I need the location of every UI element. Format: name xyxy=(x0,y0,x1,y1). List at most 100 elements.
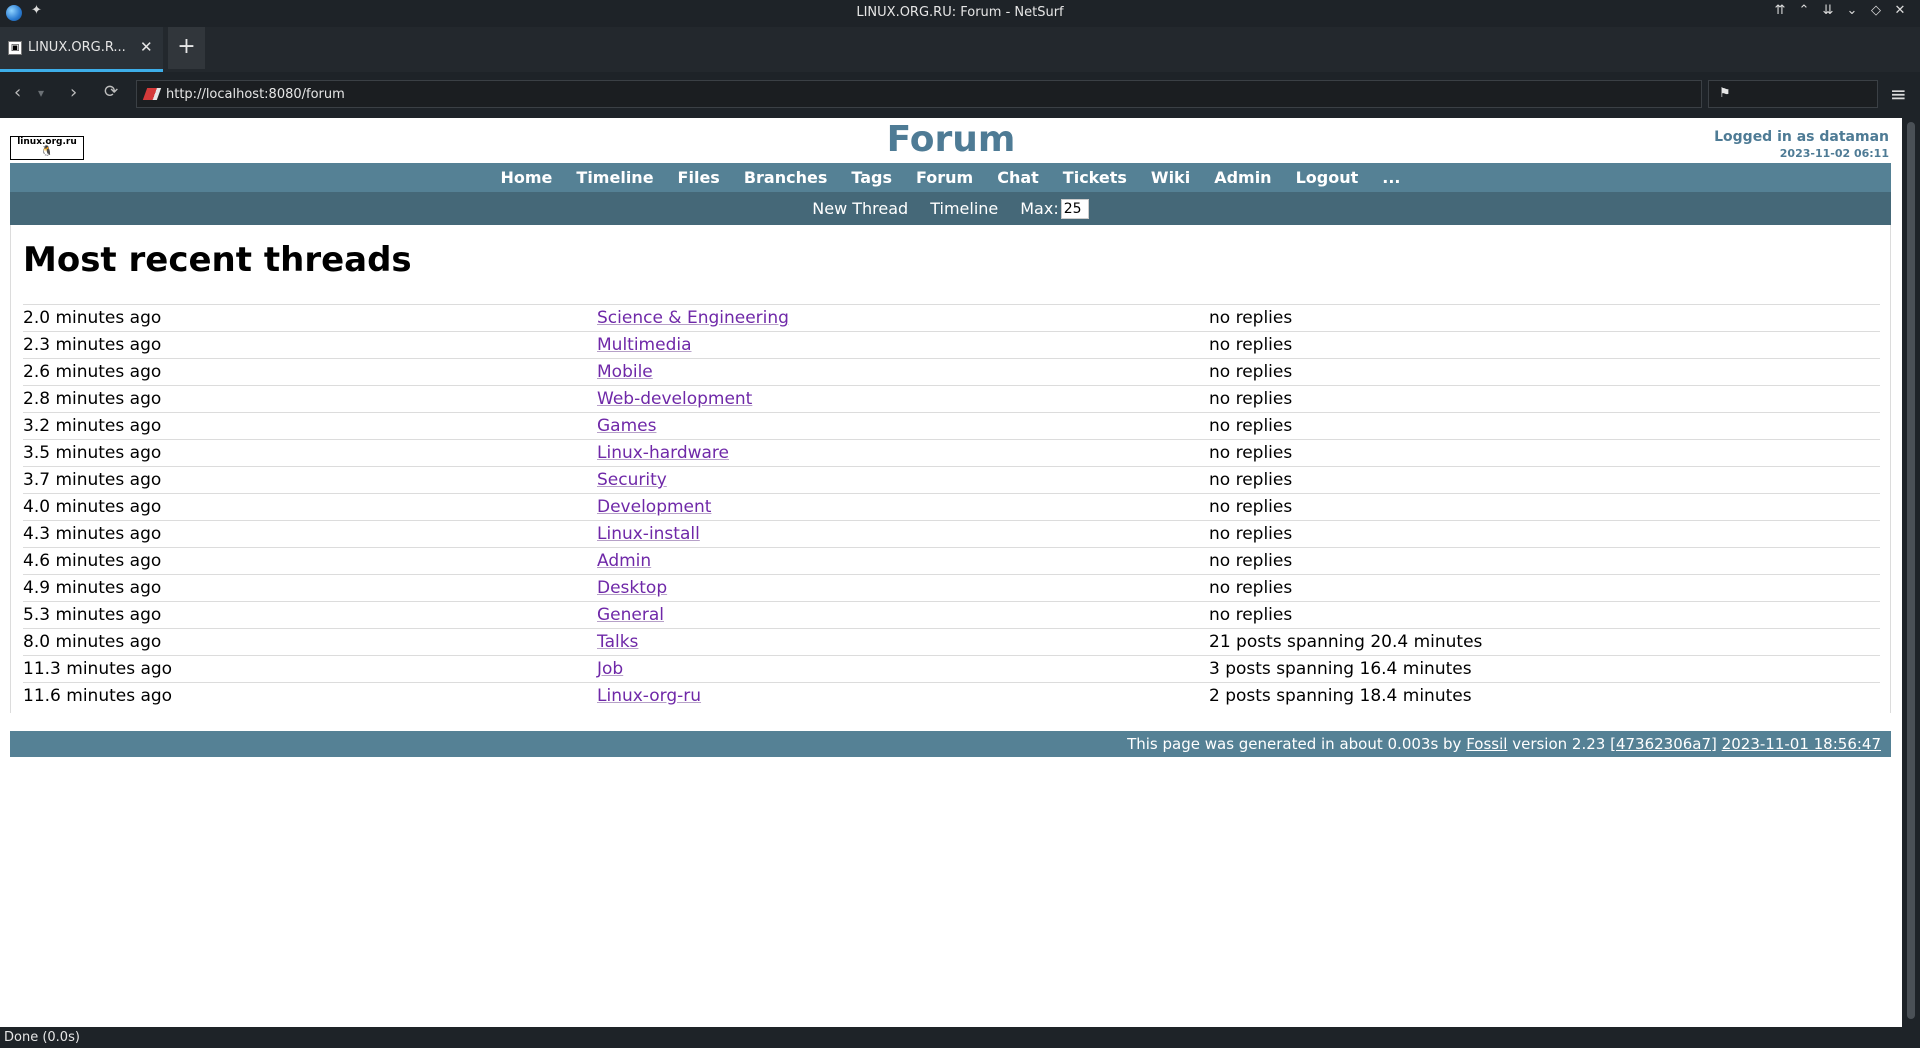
sub-menu: New Thread Timeline Max: xyxy=(10,192,1891,225)
main-menu: Home Timeline Files Branches Tags Forum … xyxy=(10,163,1891,192)
thread-age: 4.9 minutes ago xyxy=(23,574,597,602)
url-bar[interactable]: http://localhost:8080/forum xyxy=(136,80,1702,108)
thread-age: 5.3 minutes ago xyxy=(23,601,597,629)
table-row: 3.7 minutes ago Security no replies xyxy=(23,466,1880,494)
thread-link[interactable]: Linux-hardware xyxy=(597,443,729,463)
table-row: 11.3 minutes ago Job 3 posts spanning 16.4… xyxy=(23,655,1880,683)
max-input[interactable] xyxy=(1060,198,1089,219)
menu-chat[interactable]: Chat xyxy=(997,168,1039,187)
table-row: 4.6 minutes ago Admin no replies xyxy=(23,547,1880,575)
page-footer: This page was generated in about 0.003s … xyxy=(10,731,1891,757)
thread-link[interactable]: Mobile xyxy=(597,362,653,382)
page-title: Most recent threads xyxy=(23,240,412,280)
status-bar: Done (0.0s) xyxy=(0,1027,1920,1048)
version-date-link[interactable]: 2023-11-01 18:56:47 xyxy=(1722,735,1881,753)
thread-link[interactable]: Multimedia xyxy=(597,335,692,355)
table-row: 2.8 minutes ago Web-development no replies xyxy=(23,385,1880,413)
window-title: LINUX.ORG.RU: Forum - NetSurf xyxy=(856,5,1064,20)
status-text: Done (0.0s) xyxy=(4,1030,80,1045)
server-date: 2023-11-02 06:11 xyxy=(1779,147,1889,160)
thread-age: 11.3 minutes ago xyxy=(23,655,597,683)
back-arrow-icon[interactable]: ‹ xyxy=(14,82,21,103)
new-thread-link[interactable]: New Thread xyxy=(812,199,908,218)
close-window-icon[interactable]: ✕ xyxy=(1892,3,1908,18)
tab-bar: ▣ LINUX.ORG.R... ✕ + xyxy=(0,27,1920,72)
thread-link[interactable]: Admin xyxy=(597,551,651,571)
tab-close-icon[interactable]: ✕ xyxy=(140,38,153,56)
table-row: 3.5 minutes ago Linux-hardware no replies xyxy=(23,439,1880,467)
window-titlebar: ✦ LINUX.ORG.RU: Forum - NetSurf ⇈ ⌃ ⇊ ⌄ … xyxy=(0,0,1920,27)
thread-age: 4.6 minutes ago xyxy=(23,547,597,575)
history-dropdown-icon[interactable]: ▾ xyxy=(38,86,44,100)
timeline-link[interactable]: Timeline xyxy=(930,199,998,218)
thread-link[interactable]: Job xyxy=(597,659,623,679)
menu-forum[interactable]: Forum xyxy=(916,168,973,187)
menu-logout[interactable]: Logout xyxy=(1296,168,1359,187)
navigation-bar: ‹ ▾ › ⟳ http://localhost:8080/forum ⚑ ≡ xyxy=(0,72,1920,118)
logged-in-user[interactable]: Logged in as dataman xyxy=(1714,129,1889,145)
table-row: 4.9 minutes ago Desktop no replies xyxy=(23,574,1880,602)
page-edit-icon xyxy=(142,88,162,100)
thread-link[interactable]: General xyxy=(597,605,664,625)
minimize-icon[interactable]: ⌄ xyxy=(1844,3,1860,18)
keep-below-icon[interactable]: ⇊ xyxy=(1820,3,1836,18)
menu-admin[interactable]: Admin xyxy=(1214,168,1271,187)
menu-tags[interactable]: Tags xyxy=(851,168,892,187)
thread-info: no replies xyxy=(1209,601,1880,629)
thread-age: 4.0 minutes ago xyxy=(23,493,597,521)
menu-home[interactable]: Home xyxy=(501,168,553,187)
menu-wiki[interactable]: Wiki xyxy=(1151,168,1190,187)
forward-arrow-icon[interactable]: › xyxy=(70,82,77,103)
max-control: Max: xyxy=(1020,198,1089,219)
thread-link[interactable]: Games xyxy=(597,416,656,436)
window-controls: ⇈ ⌃ ⇊ ⌄ ◇ ✕ xyxy=(1772,3,1908,18)
thread-info: no replies xyxy=(1209,385,1880,413)
login-status: Logged in as dataman 2023-11-02 06:11 xyxy=(1714,129,1889,160)
max-label: Max: xyxy=(1020,199,1059,218)
thread-link[interactable]: Development xyxy=(597,497,711,517)
thread-link[interactable]: Linux-org-ru xyxy=(597,686,701,706)
menu-timeline[interactable]: Timeline xyxy=(576,168,653,187)
keep-above-icon[interactable]: ⇈ xyxy=(1772,3,1788,18)
table-row: 4.3 minutes ago Linux-install no replies xyxy=(23,520,1880,548)
thread-info: 2 posts spanning 18.4 minutes xyxy=(1209,682,1880,709)
vertical-scrollbar[interactable] xyxy=(1902,118,1920,1027)
page-content: linux.org.ru 🐧 Forum Logged in as datama… xyxy=(0,118,1902,1027)
new-tab-button[interactable]: + xyxy=(168,27,205,69)
hamburger-menu-icon[interactable]: ≡ xyxy=(1890,82,1907,106)
menu-files[interactable]: Files xyxy=(678,168,720,187)
menu-more[interactable]: ... xyxy=(1382,168,1400,187)
thread-info: no replies xyxy=(1209,358,1880,386)
thread-link[interactable]: Security xyxy=(597,470,667,490)
raise-icon[interactable]: ⌃ xyxy=(1796,3,1812,18)
thread-age: 2.3 minutes ago xyxy=(23,331,597,359)
url-text[interactable]: http://localhost:8080/forum xyxy=(166,87,345,102)
table-row: 11.6 minutes ago Linux-org-ru 2 posts span… xyxy=(23,682,1880,709)
search-bar[interactable]: ⚑ xyxy=(1708,80,1878,108)
thread-info: no replies xyxy=(1209,547,1880,575)
search-provider-icon: ⚑ xyxy=(1719,86,1731,101)
thread-link[interactable]: Talks xyxy=(597,632,638,652)
footer-prefix: This page was generated in about 0.003s … xyxy=(1127,735,1467,753)
thread-age: 3.7 minutes ago xyxy=(23,466,597,494)
page-heading: Forum xyxy=(886,119,1016,160)
thread-link[interactable]: Linux-install xyxy=(597,524,700,544)
menu-tickets[interactable]: Tickets xyxy=(1063,168,1127,187)
thread-info: no replies xyxy=(1209,412,1880,440)
thread-link[interactable]: Science & Engineering xyxy=(597,308,789,328)
menu-branches[interactable]: Branches xyxy=(744,168,828,187)
maximize-icon[interactable]: ◇ xyxy=(1868,3,1884,18)
version-hash-link[interactable]: [47362306a7] xyxy=(1610,735,1717,753)
thread-link[interactable]: Desktop xyxy=(597,578,667,598)
table-row: 3.2 minutes ago Games no replies xyxy=(23,412,1880,440)
table-row: 2.6 minutes ago Mobile no replies xyxy=(23,358,1880,386)
scrollbar-thumb[interactable] xyxy=(1907,122,1915,1019)
main-content-box: Most recent threads 2.0 minutes ago Scien… xyxy=(10,225,1891,713)
table-row: 5.3 minutes ago General no replies xyxy=(23,601,1880,629)
thread-link[interactable]: Web-development xyxy=(597,389,752,409)
fossil-link[interactable]: Fossil xyxy=(1466,735,1507,753)
tab-active[interactable]: ▣ LINUX.ORG.R... ✕ xyxy=(0,27,163,72)
thread-info: no replies xyxy=(1209,493,1880,521)
thread-age: 3.5 minutes ago xyxy=(23,439,597,467)
reload-icon[interactable]: ⟳ xyxy=(104,82,118,102)
